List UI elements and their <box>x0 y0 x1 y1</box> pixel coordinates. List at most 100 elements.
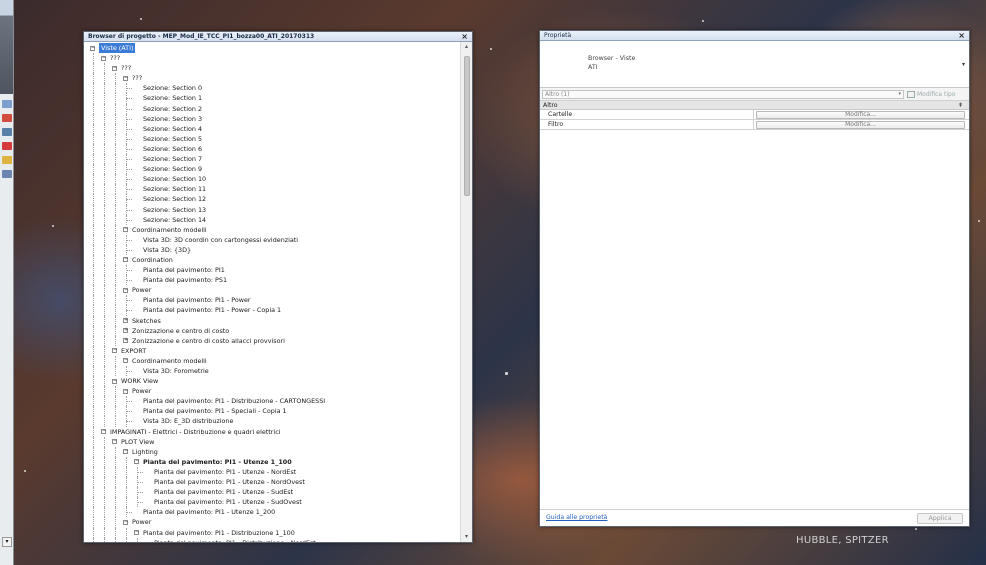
collapse-icon[interactable]: − <box>101 55 106 61</box>
close-icon[interactable]: × <box>461 32 468 41</box>
scroll-up-icon[interactable]: ▴ <box>461 42 472 52</box>
tree-item[interactable]: Pianta del pavimento: PI1 - Utenze 1_200 <box>84 507 460 518</box>
tree-item[interactable]: Pianta del pavimento: PI1 - Distribuzion… <box>84 537 460 542</box>
tree-item[interactable]: − Power <box>84 517 460 528</box>
tree-guide-line <box>104 103 105 114</box>
tree-item[interactable]: −??? <box>84 63 460 74</box>
tree-item[interactable]: − Coordinamento modelli <box>84 224 460 235</box>
tree-item[interactable]: Vista 3D: Forometrie <box>84 366 460 377</box>
tree-item[interactable]: Sezione: Section 4 <box>84 123 460 134</box>
collapse-icon[interactable]: ⇞ <box>958 101 963 110</box>
collapse-icon[interactable]: − <box>134 459 139 465</box>
collapse-icon[interactable]: − <box>123 449 128 455</box>
scroll-down-icon[interactable]: ▾ <box>461 532 472 542</box>
tree-item[interactable]: Sezione: Section 6 <box>84 143 460 155</box>
edit-filter-button[interactable]: Modifica... <box>756 121 965 129</box>
tree-item[interactable]: Pianta del pavimento: PI1 <box>84 265 460 276</box>
tree-item[interactable]: − Pianta del pavimento: PI1 - Utenze 1_10… <box>84 456 460 467</box>
tree-item[interactable]: + Zonizzazione e centro di costo <box>84 325 460 336</box>
scroll-down-icon[interactable]: ▾ <box>2 537 12 547</box>
instance-filter-dropdown[interactable]: Altro (1) ▾ <box>542 90 904 99</box>
tree-item[interactable]: − EXPORT <box>84 345 460 356</box>
tree-item[interactable]: Pianta del pavimento: PI1 - Utenze - Nor… <box>84 477 460 488</box>
tree-item[interactable]: + Zonizzazione e centro di costo allacci … <box>84 335 460 346</box>
edit-type-label: Modifica tipo <box>917 91 956 98</box>
tree-item[interactable]: − Pianta del pavimento: PI1 - Distribuzio… <box>84 527 460 538</box>
tree-item[interactable]: Sezione: Section 14 <box>84 214 460 225</box>
collapse-icon[interactable]: − <box>112 378 117 384</box>
tool-icon[interactable] <box>2 156 12 164</box>
edit-type-button[interactable]: Modifica tipo <box>907 90 955 99</box>
tree-item[interactable]: − Coordinamento modelli <box>84 355 460 366</box>
tree-item[interactable]: Pianta del pavimento: PI1 - Power <box>84 295 460 306</box>
expand-icon[interactable]: + <box>123 328 128 334</box>
collapse-icon[interactable]: − <box>123 358 128 364</box>
tree-item[interactable]: Sezione: Section 11 <box>84 184 460 195</box>
collapse-icon[interactable]: − <box>134 530 139 535</box>
tree-item[interactable]: − WORK View <box>84 376 460 387</box>
expand-icon[interactable]: + <box>123 338 128 344</box>
properties-help-link[interactable]: Guida alle proprietà <box>546 514 607 521</box>
tree-item[interactable]: Pianta del pavimento: PI1 - Utenze - Sud… <box>84 497 460 508</box>
edit-folders-button[interactable]: Modifica... <box>756 111 965 119</box>
tree-item[interactable]: − Power <box>84 285 460 296</box>
tree-item[interactable]: Pianta del pavimento: PS1 <box>84 275 460 286</box>
tree-item[interactable]: Sezione: Section 2 <box>84 103 460 114</box>
scrollbar-thumb[interactable] <box>464 56 470 196</box>
tool-icon[interactable] <box>2 142 12 150</box>
tree-item[interactable]: Sezione: Section 12 <box>84 194 460 205</box>
collapse-icon[interactable]: − <box>123 257 128 263</box>
tree-item[interactable]: Vista 3D: 3D coordin con cartongessi evi… <box>84 234 460 245</box>
tree-guide-line <box>115 305 116 316</box>
chevron-down-icon[interactable]: ▾ <box>962 61 965 68</box>
type-selector[interactable]: Browser - Viste ATI ▾ <box>540 42 969 88</box>
tree-item[interactable]: − Viste (ATI) <box>84 43 460 54</box>
tree-item[interactable]: Sezione: Section 3 <box>84 113 460 124</box>
tree-item[interactable]: − IMPAGINATI - Elettrici - Distribuzione … <box>84 426 460 437</box>
collapse-icon[interactable]: − <box>101 429 106 435</box>
tree-item[interactable]: Sezione: Section 10 <box>84 174 460 185</box>
tree-item[interactable]: −??? <box>84 73 460 84</box>
tree-item[interactable]: Sezione: Section 9 <box>84 164 460 175</box>
collapse-icon[interactable]: − <box>123 227 128 233</box>
collapse-icon[interactable]: − <box>112 439 117 445</box>
tree-item[interactable]: Sezione: Section 0 <box>84 83 460 94</box>
tool-icon[interactable] <box>2 114 12 122</box>
collapse-icon[interactable]: − <box>123 287 128 293</box>
project-browser-scrollbar[interactable]: ▴ ▾ <box>460 42 472 542</box>
ribbon-panel[interactable] <box>0 16 13 94</box>
property-group-header[interactable]: Altro ⇞ <box>540 101 969 110</box>
tree-item[interactable]: Pianta del pavimento: PI1 - Utenze - Nor… <box>84 466 460 478</box>
tool-icon[interactable] <box>2 170 12 178</box>
tree-item[interactable]: Sezione: Section 7 <box>84 154 460 165</box>
tree-item[interactable]: − Coordination <box>84 254 460 266</box>
tree-item[interactable]: Pianta del pavimento: PI1 - Power - Copi… <box>84 305 460 316</box>
tree-item[interactable]: Vista 3D: E_3D distribuzione <box>84 416 460 427</box>
tree-item[interactable]: Vista 3D: {3D} <box>84 244 460 255</box>
tree-item[interactable]: Sezione: Section 13 <box>84 204 460 215</box>
tree-item[interactable]: − PLOT View <box>84 436 460 447</box>
tree-item[interactable]: −??? <box>84 53 460 64</box>
collapse-icon[interactable]: − <box>123 519 128 525</box>
tree-item[interactable]: Pianta del pavimento: PI1 - Distribuzion… <box>84 396 460 407</box>
tree-item[interactable]: − Lighting <box>84 446 460 457</box>
collapse-icon[interactable]: − <box>123 388 128 394</box>
apply-button[interactable]: Applica <box>917 513 963 524</box>
properties-titlebar[interactable]: Proprietà × <box>540 31 969 41</box>
tree-item[interactable]: Sezione: Section 5 <box>84 133 460 144</box>
collapse-icon[interactable]: − <box>112 65 117 71</box>
tree-item[interactable]: Pianta del pavimento: PI1 - Utenze - Sud… <box>84 487 460 498</box>
collapse-icon[interactable]: − <box>90 45 95 51</box>
close-icon[interactable]: × <box>958 31 965 40</box>
project-browser-titlebar[interactable]: Browser di progetto - MEP_Mod_IE_TCC_PI1… <box>84 32 472 42</box>
ribbon-tab-area[interactable] <box>0 0 13 16</box>
tree-item[interactable]: Pianta del pavimento: PI1 - Speciali - C… <box>84 406 460 417</box>
tool-icon[interactable] <box>2 100 12 108</box>
tree-item[interactable]: Sezione: Section 1 <box>84 93 460 104</box>
collapse-icon[interactable]: − <box>123 75 128 81</box>
tree-item[interactable]: − Power <box>84 386 460 397</box>
tree-item[interactable]: + Sketches <box>84 315 460 326</box>
tool-icon[interactable] <box>2 128 12 136</box>
collapse-icon[interactable]: − <box>112 348 117 354</box>
expand-icon[interactable]: + <box>123 318 128 324</box>
